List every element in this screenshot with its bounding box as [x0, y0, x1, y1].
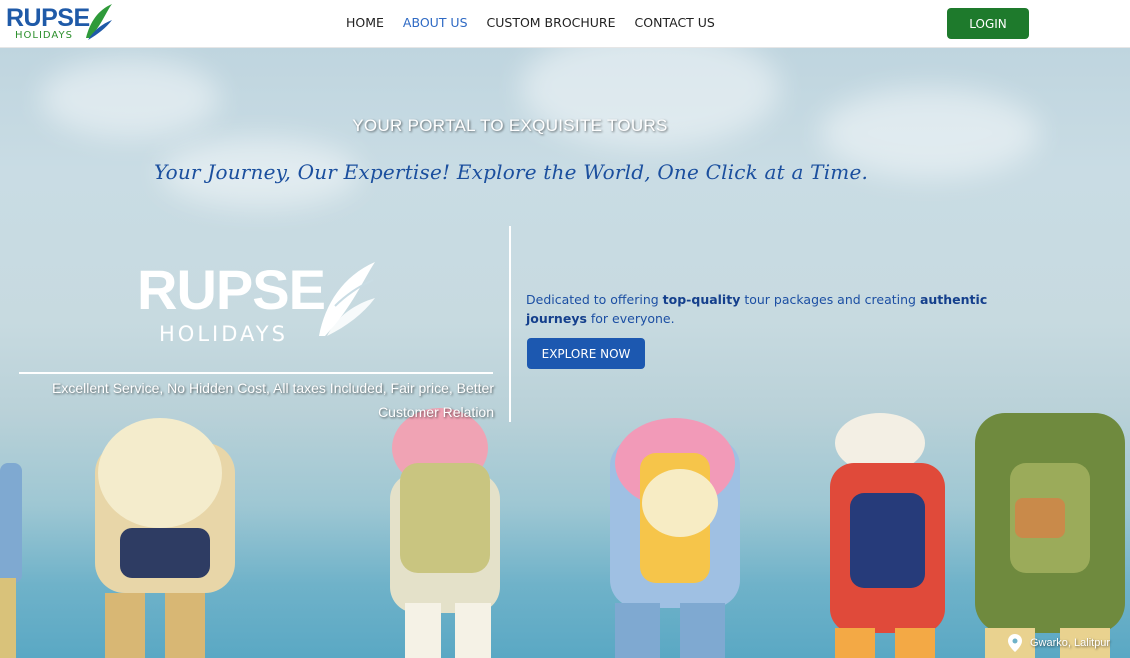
desc-text: tour packages and creating — [740, 292, 920, 307]
hero-brand-logo: RUPSE HOLIDAYS — [137, 260, 377, 355]
nav-custom-brochure[interactable]: CUSTOM BROCHURE — [487, 15, 616, 30]
hero-overline: YOUR PORTAL TO EXQUISITE TOURS — [352, 116, 668, 135]
site-header: RUPSE HOLIDAYS HOME ABOUT US CUSTOM BROC… — [0, 0, 1130, 48]
desc-text: Dedicated to offering — [526, 292, 663, 307]
nav-about-us[interactable]: ABOUT US — [403, 15, 468, 30]
brand-logo[interactable]: RUPSE HOLIDAYS — [6, 2, 112, 44]
explore-now-button[interactable]: EXPLORE NOW — [527, 338, 645, 369]
logo-wordmark: RUPSE — [6, 4, 90, 32]
hero-section: YOUR PORTAL TO EXQUISITE TOURS Your Jour… — [0, 48, 1130, 658]
main-nav: HOME ABOUT US CUSTOM BROCHURE CONTACT US — [346, 15, 734, 30]
hero-divider-rule — [19, 372, 493, 374]
leaf-icon — [319, 262, 375, 336]
hero-description: Dedicated to offering top-quality tour p… — [526, 290, 1006, 328]
hero-motto: Excellent Service, No Hidden Cost, All t… — [52, 380, 494, 420]
hero-logo-subtitle: HOLIDAYS — [159, 322, 288, 346]
hero-logo-wordmark: RUPSE — [137, 258, 326, 321]
leaf-icon — [86, 4, 112, 40]
backpacker-figurines-image — [0, 408, 1125, 658]
location-info: Gwarko, Lalitpur — [1008, 634, 1110, 652]
logo-subtitle: HOLIDAYS — [15, 30, 73, 41]
location-text: Gwarko, Lalitpur — [1030, 637, 1111, 649]
desc-highlight: top-quality — [662, 292, 741, 307]
vertical-divider — [509, 226, 511, 422]
hero-tagline: Your Journey, Our Expertise! Explore the… — [153, 160, 869, 184]
map-pin-icon — [1008, 634, 1022, 652]
desc-text: for everyone. — [586, 311, 675, 326]
nav-home[interactable]: HOME — [346, 15, 384, 30]
nav-contact-us[interactable]: CONTACT US — [635, 15, 715, 30]
login-button[interactable]: LOGIN — [947, 8, 1029, 39]
